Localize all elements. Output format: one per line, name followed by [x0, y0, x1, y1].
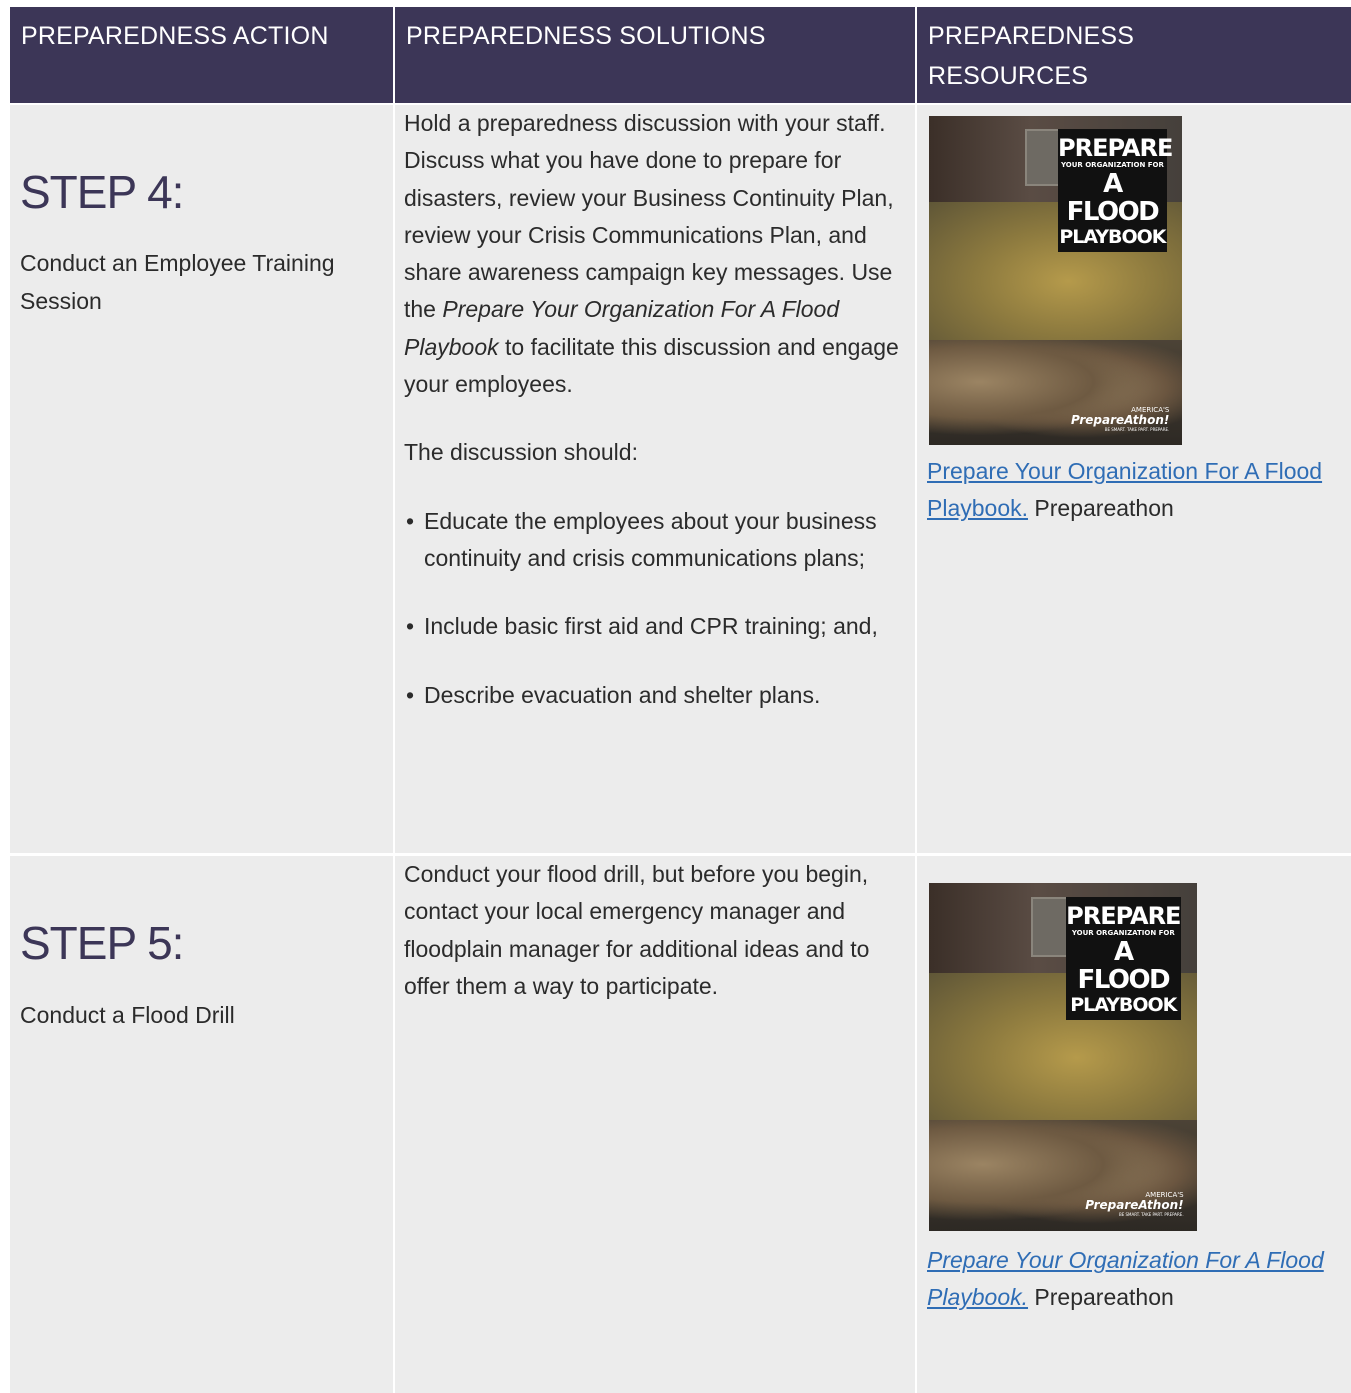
header-action-label: PREPAREDNESS ACTION: [21, 22, 329, 50]
step5-solution-cell: Conduct your flood drill, but before you…: [395, 856, 915, 1393]
list-item: Describe evacuation and shelter plans.: [404, 677, 909, 715]
list-item: Educate the employees about your busines…: [404, 503, 909, 578]
step5-solution-text: Conduct your flood drill, but before you…: [404, 856, 874, 1005]
step4-title: STEP 4:: [20, 166, 184, 218]
step4-subtitle: Conduct an Employee Training Session: [20, 250, 335, 314]
header-resources-line2: RESOURCES: [928, 62, 1089, 90]
step4-action-cell: STEP 4: Conduct an Employee Training Ses…: [10, 105, 393, 853]
header-solutions: PREPAREDNESS SOLUTIONS: [395, 7, 915, 103]
step4-resource-caption: Prepare Your Organization For A Flood Pl…: [927, 453, 1347, 527]
step4-resources-cell: PREPARE YOUR ORGANIZATION FOR A FLOOD PL…: [917, 105, 1351, 853]
header-action: PREPAREDNESS ACTION: [10, 7, 393, 103]
step5-subtitle: Conduct a Flood Drill: [20, 1002, 235, 1028]
list-item: Include basic first aid and CPR training…: [404, 608, 909, 646]
header-solutions-label: PREPAREDNESS SOLUTIONS: [406, 22, 766, 50]
step4-intro-paragraph: Hold a preparedness discussion with your…: [404, 110, 899, 398]
prepareathon-logo: AMERICA'S PrepareAthon! BE SMART. TAKE P…: [1070, 405, 1170, 432]
step5-paragraph: Conduct your flood drill, but before you…: [404, 861, 870, 999]
header-resources: PREPAREDNESS RESOURCES: [917, 7, 1351, 103]
step5-action-cell: STEP 5: Conduct a Flood Drill: [10, 856, 393, 1393]
step4-discussion-lead: The discussion should:: [404, 439, 638, 466]
cover-title-block: PREPARE YOUR ORGANIZATION FOR A FLOOD PL…: [1058, 129, 1173, 253]
prepareathon-logo: AMERICA'S PrepareAthon! BE SMART. TAKE P…: [1085, 1191, 1184, 1218]
step4-bullet-list: Educate the employees about your busines…: [404, 503, 909, 714]
cover-title-block: PREPARE YOUR ORGANIZATION FOR A FLOOD PL…: [1065, 896, 1181, 1020]
header-resources-label: PREPAREDNESS RESOURCES: [917, 7, 1351, 96]
step4-solution-text: Hold a preparedness discussion with your…: [404, 105, 909, 714]
resource-source: Prepareathon: [1028, 1284, 1174, 1310]
flood-playbook-cover-image[interactable]: PREPARE YOUR ORGANIZATION FOR A FLOOD PL…: [929, 116, 1182, 445]
step4-solution-cell: Hold a preparedness discussion with your…: [395, 105, 915, 853]
flood-playbook-cover-image[interactable]: PREPARE YOUR ORGANIZATION FOR A FLOOD PL…: [929, 883, 1197, 1231]
step5-resource-caption: Prepare Your Organization For A Flood Pl…: [927, 1242, 1347, 1316]
resource-source: Prepareathon: [1028, 495, 1174, 521]
preparedness-table: PREPAREDNESS ACTION PREPAREDNESS SOLUTIO…: [10, 7, 1351, 1393]
header-resources-line1: PREPAREDNESS: [928, 22, 1135, 50]
step5-resources-cell: PREPARE YOUR ORGANIZATION FOR A FLOOD PL…: [917, 856, 1351, 1393]
step5-title: STEP 5:: [20, 917, 184, 969]
